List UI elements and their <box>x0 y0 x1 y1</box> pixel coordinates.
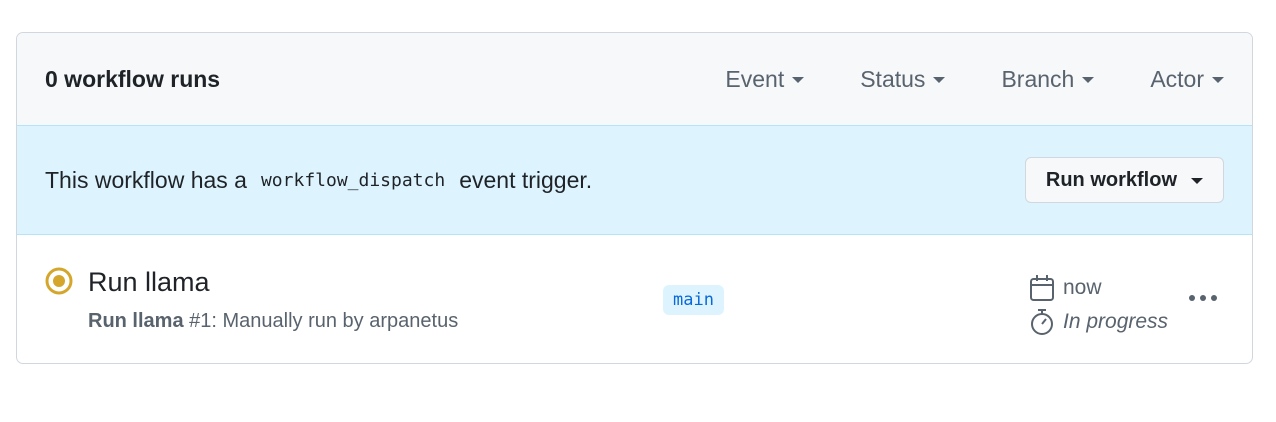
dispatch-event-code: workflow_dispatch <box>260 169 446 191</box>
caret-down-icon <box>1212 77 1224 83</box>
actor-filter[interactable]: Actor <box>1150 66 1224 93</box>
run-time: now <box>1029 271 1168 305</box>
branch-badge[interactable]: main <box>663 285 724 315</box>
actor-filter-label: Actor <box>1150 65 1204 92</box>
dispatch-text-before: This workflow has a <box>45 166 247 193</box>
branch-filter[interactable]: Branch <box>1001 65 1095 93</box>
run-title-link[interactable]: Run llama <box>88 267 210 298</box>
caret-down-icon <box>1082 77 1095 83</box>
stopwatch-icon <box>1031 309 1053 335</box>
run-subtitle-name: Run llama <box>88 310 184 332</box>
event-filter-label: Event <box>725 65 785 92</box>
caret-down-icon <box>792 77 805 83</box>
workflow-runs-box: 0 workflow runs Event Status Branch Acto… <box>16 32 1253 364</box>
caret-down-icon <box>933 77 946 83</box>
runs-header: 0 workflow runs Event Status Branch Acto… <box>17 33 1252 126</box>
branch-filter-label: Branch <box>1001 65 1075 92</box>
run-workflow-button[interactable]: Run workflow <box>1024 157 1224 203</box>
run-subtitle-detail: #1: Manually run by arpanetus <box>189 310 459 332</box>
workflow-run-row: Run llama Run llama #1: Manually run by … <box>17 235 1252 363</box>
dispatch-text-after: event trigger. <box>459 166 593 193</box>
dispatch-message: This workflow has a workflow_dispatch ev… <box>45 167 1025 194</box>
dispatch-banner: This workflow has a workflow_dispatch ev… <box>17 126 1252 235</box>
run-subtitle: Run llama #1: Manually run by arpanetus <box>88 310 458 333</box>
run-duration-label: In progress <box>1063 310 1169 333</box>
caret-down-icon <box>1191 178 1203 184</box>
calendar-icon <box>1030 275 1054 301</box>
filter-bar: Event Status Branch Actor <box>725 66 1224 93</box>
run-meta: now In progress <box>1029 271 1168 339</box>
kebab-menu-icon[interactable] <box>1185 285 1221 311</box>
run-workflow-label: Run workflow <box>1045 168 1177 191</box>
event-filter[interactable]: Event <box>725 65 805 93</box>
in-progress-icon <box>45 267 73 295</box>
runs-count: 0 workflow runs <box>45 65 221 92</box>
run-time-label: now <box>1063 276 1102 299</box>
status-filter[interactable]: Status <box>860 65 946 93</box>
run-duration: In progress <box>1029 305 1168 339</box>
status-filter-label: Status <box>860 65 926 92</box>
